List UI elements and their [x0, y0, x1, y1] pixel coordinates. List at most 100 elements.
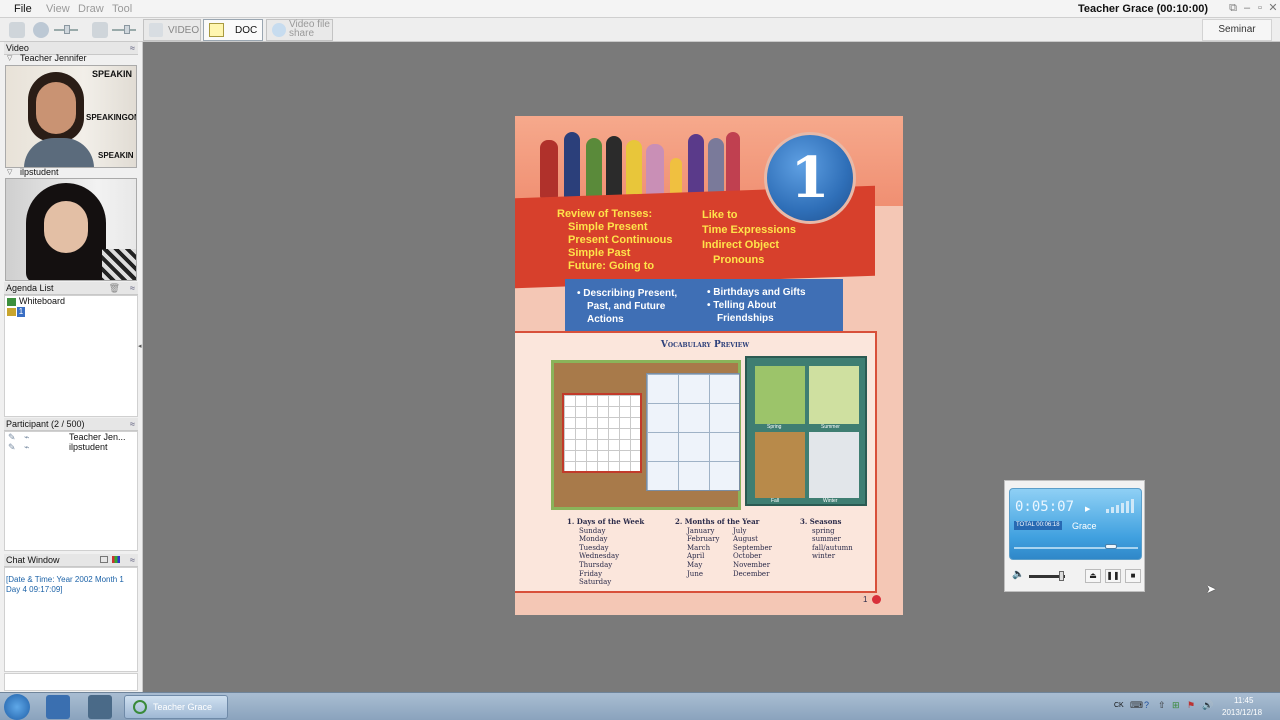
tray-arrow-icon[interactable]: ⇧ [1158, 700, 1166, 711]
video-banner-text: SPEAKIN [92, 69, 133, 79]
season-label: Fall [771, 498, 780, 504]
collapse-icon[interactable]: ≈ [130, 418, 135, 430]
vocab-word: Tuesday [579, 543, 609, 552]
menu-file[interactable]: File [14, 3, 32, 15]
microphone-icon[interactable]: ⌁ [24, 442, 29, 453]
vocab-word: November [733, 560, 771, 569]
topic-line: Review of Tenses: [557, 208, 653, 220]
participant-name: ilpstudent [69, 442, 108, 452]
season-label: Spring [767, 424, 782, 430]
vocab-word: October [733, 552, 762, 561]
taskbar: Teacher Grace CK ⌨ ? ⇧ ⊞ ⚑ 🔊 11:45 2013/… [0, 692, 1280, 720]
vocab-word: January [687, 526, 715, 535]
player-progress-thumb[interactable] [1105, 544, 1117, 549]
vocab-word: August [733, 535, 758, 544]
trash-icon[interactable]: 🗑 [109, 282, 120, 294]
video-feed-header-teacher[interactable]: ▽ Teacher Jennifer [4, 53, 138, 64]
people-illustration [540, 130, 740, 200]
chat-input[interactable] [4, 673, 138, 691]
topic-line: Pronouns [713, 254, 765, 266]
mic-volume-knob[interactable] [124, 25, 130, 34]
volume-knob[interactable] [1059, 571, 1064, 581]
language-indicator[interactable]: CK [1114, 702, 1124, 709]
topic-line: Future: Going to [568, 260, 655, 272]
window-icon[interactable] [100, 556, 108, 563]
video-icon [149, 23, 163, 37]
menu-tool[interactable]: Tool [112, 3, 132, 15]
video-feed-name: Teacher Jennifer [20, 53, 87, 63]
minimize-button[interactable]: – [1240, 1, 1254, 15]
tab-video-file-share[interactable]: Video file share [266, 19, 333, 41]
menu-draw[interactable]: Draw [78, 3, 104, 15]
menu-view[interactable]: View [46, 3, 70, 15]
participant-panel-header: Participant (2 / 500) ≈ [4, 418, 138, 431]
vocab-word: March [687, 543, 711, 552]
security-icon[interactable]: ⚑ [1187, 700, 1195, 711]
player-elapsed-time: 0:05:07 [1015, 499, 1075, 515]
start-button[interactable] [4, 694, 30, 720]
chat-panel-header: Chat Window ≈ [4, 554, 138, 567]
goals-left: • Describing Present, Past, and Future A… [577, 287, 677, 326]
agenda-item-whiteboard[interactable]: Whiteboard [19, 296, 65, 306]
vocab-heading: 3. Seasons [800, 517, 842, 526]
seminar-button[interactable]: Seminar [1202, 19, 1272, 41]
window-title: Teacher Grace (00:10:00) [1077, 3, 1208, 15]
keyboard-icon[interactable]: ⌨ [1130, 700, 1143, 711]
speaker-icon[interactable]: 🔊 [1202, 700, 1213, 711]
network-icon[interactable]: ⊞ [1172, 700, 1180, 711]
goals-box: • Describing Present, Past, and Future A… [565, 279, 843, 331]
player-speaker: Grace [1072, 521, 1097, 531]
agenda-panel-title: Agenda List [6, 283, 54, 293]
player-total-time: 00:06:18 [1036, 522, 1060, 528]
season-picture-spring [755, 366, 805, 424]
speaker-volume-knob[interactable] [64, 25, 70, 34]
clock-time[interactable]: 11:45 [1234, 696, 1253, 705]
year-calendar [646, 373, 740, 491]
agenda-item-doc-1[interactable]: 1 [17, 307, 25, 317]
microphone-icon[interactable] [9, 22, 25, 38]
goals-right: • Birthdays and Gifts • Telling About Fr… [707, 286, 806, 325]
collapse-icon[interactable]: ≈ [130, 554, 135, 566]
app-taskbar-icon[interactable] [88, 695, 112, 719]
stop-button[interactable]: ■ [1125, 569, 1141, 583]
maximize-button[interactable]: ▫ [1253, 1, 1267, 15]
topics-left: Review of Tenses: Simple Present Present… [557, 208, 673, 273]
audio-player: 0:05:07 ▶ TOTAL 00:06:18 Grace 🔈 ⏏ ❚❚ ■ [1004, 480, 1145, 592]
vocab-list-days: 1. Days of the Week Sunday Monday Tuesda… [567, 517, 644, 587]
participant-panel-title: Participant (2 / 500) [6, 419, 85, 429]
volume-icon[interactable]: 🔈 [1012, 569, 1024, 580]
taskbar-item-teacher-grace[interactable]: Teacher Grace [124, 695, 228, 719]
taskbar-item-label: Teacher Grace [153, 702, 213, 712]
video-banner-text: SPEAKIN [98, 151, 134, 160]
tab-doc[interactable]: DOC [203, 19, 263, 41]
speaker-icon[interactable] [33, 22, 49, 38]
show-desktop-icon[interactable] [46, 695, 70, 719]
tab-video[interactable]: VIDEO [143, 19, 201, 41]
agenda-panel-header: Agenda List 🗑 ≈ [4, 282, 138, 295]
vocab-list-months: 2. Months of the Year January February M… [675, 517, 772, 578]
video-feed-name: ilpstudent [20, 167, 59, 177]
player-total: TOTAL 00:06:18 [1014, 521, 1062, 530]
restore-small-icon[interactable]: ⧉ [1226, 1, 1240, 15]
pause-button[interactable]: ❚❚ [1105, 569, 1121, 583]
document-icon [7, 308, 16, 316]
help-icon[interactable]: ? [1144, 700, 1149, 710]
player-progress-track[interactable] [1014, 547, 1138, 549]
collapse-icon[interactable]: ≈ [130, 282, 135, 294]
vocab-word: summer [812, 535, 841, 544]
vocab-word: February [687, 535, 720, 544]
color-palette-icon[interactable] [112, 556, 120, 563]
mic-volume-icon[interactable] [92, 22, 108, 38]
vocab-heading: 2. Months of the Year [675, 517, 760, 526]
document-viewer[interactable]: 1 Review of Tenses: Simple Present Prese… [143, 42, 1280, 692]
pencil-icon[interactable]: ✎ [8, 442, 16, 453]
clock-date[interactable]: 2013/12/18 [1222, 708, 1262, 717]
vocab-word: Sunday [579, 526, 606, 535]
splitter-arrow-icon[interactable]: ◂ [138, 342, 142, 350]
video-feed-header-student[interactable]: ▽ ilpstudent [4, 167, 138, 178]
teacher-video: SPEAKIN SPEAKINGON SPEAKIN [5, 65, 137, 168]
participant-row[interactable]: ✎ ⌁ Teacher Jen... [8, 432, 136, 442]
participant-row[interactable]: ✎ ⌁ ilpstudent [8, 442, 136, 452]
eject-button[interactable]: ⏏ [1085, 569, 1101, 583]
close-button[interactable]: ✕ [1266, 1, 1280, 15]
